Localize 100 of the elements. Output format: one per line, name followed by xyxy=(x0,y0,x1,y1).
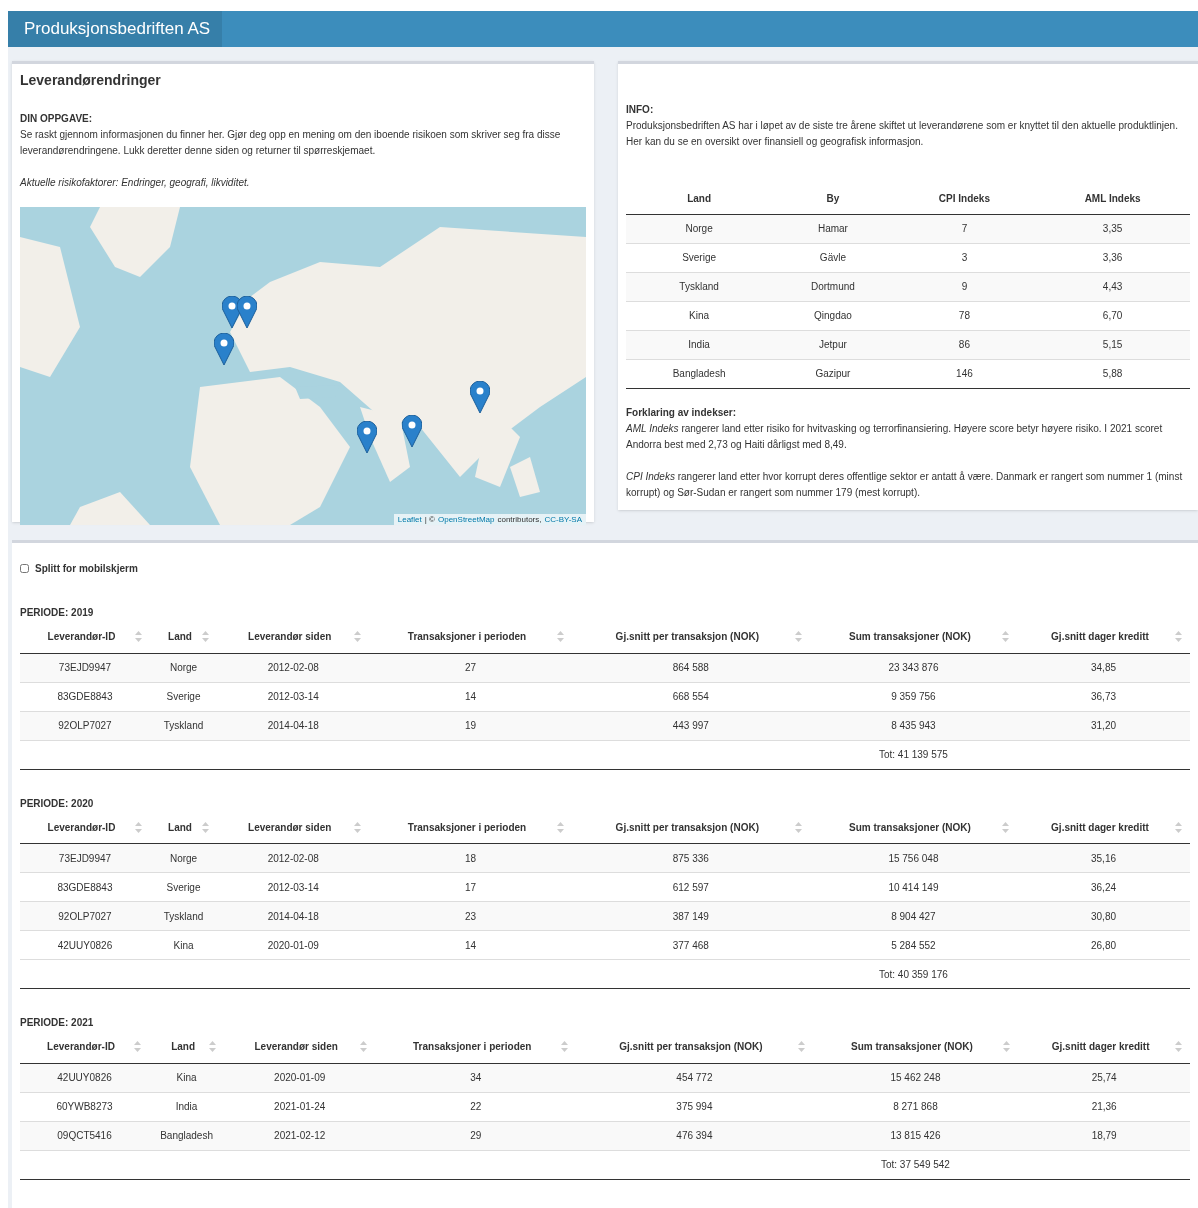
table-cell: Tyskland xyxy=(626,272,773,301)
table-cell: 18 xyxy=(369,843,572,873)
table-cell: Qingdao xyxy=(772,301,894,330)
column-header[interactable]: Land xyxy=(157,1039,210,1055)
table-cell: 146 xyxy=(893,359,1036,388)
sort-icon[interactable] xyxy=(1002,821,1009,833)
table-cell: 17 xyxy=(369,872,572,902)
table-cell: 73EJD9947 xyxy=(20,653,150,682)
table-cell: 2014-04-18 xyxy=(217,711,370,740)
table-cell: 29 xyxy=(375,1121,577,1150)
column-header[interactable]: Leverandør siden xyxy=(232,1039,361,1055)
column-header[interactable]: Sum transaksjoner (NOK) xyxy=(817,819,1002,835)
total-value: Tot: 41 139 575 xyxy=(878,749,948,760)
info-text: Produksjonsbedriften AS har i løpet av de siste tre årene skiftet ut leverandørene som er knyttet til den aktuelle produktlinjen. Her kan du se en oversikt over finansiell og geografisk informasjon. xyxy=(626,119,1179,149)
map-marker-icon[interactable] xyxy=(237,296,257,328)
table-cell: 09QCT5416 xyxy=(20,1121,150,1150)
table-cell: 34 xyxy=(375,1063,577,1092)
table-cell: 387 149 xyxy=(571,901,810,931)
sort-icon[interactable] xyxy=(360,1041,368,1053)
app-title: Produksjonsbedriften AS xyxy=(24,18,211,41)
sort-icon[interactable] xyxy=(1175,631,1182,643)
column-header[interactable]: Gj.snitt per transaksjon (NOK) xyxy=(579,819,795,835)
table-cell: 2014-04-18 xyxy=(217,901,370,931)
table-cell: 14 xyxy=(369,930,572,960)
risk-factors: Aktuelle risikofaktorer: Endringer, geografi, likviditet. xyxy=(20,176,251,190)
map-marker-icon[interactable] xyxy=(470,381,490,413)
table-cell: 5,88 xyxy=(1035,359,1190,388)
sort-icon[interactable] xyxy=(561,1041,569,1053)
column-header[interactable]: Sum transaksjoner (NOK) xyxy=(820,1039,1004,1055)
map-marker-icon[interactable] xyxy=(357,421,377,453)
checkbox-label: Splitt for mobilskjerm xyxy=(35,561,138,576)
column-header[interactable]: Leverandør-ID xyxy=(28,1039,135,1055)
table-cell: 875 336 xyxy=(571,843,810,873)
sort-icon[interactable] xyxy=(1002,631,1009,643)
sort-icon[interactable] xyxy=(794,821,802,833)
column-header[interactable]: Gj.snitt dager kreditt xyxy=(1025,629,1175,645)
period-title: PERIODE: 2019 xyxy=(20,606,95,620)
table-cell: 10 414 149 xyxy=(809,872,1017,902)
table-cell: 36,24 xyxy=(1017,872,1190,902)
sort-icon[interactable] xyxy=(354,631,362,643)
column-header[interactable]: Gj.snitt per transaksjon (NOK) xyxy=(584,1039,798,1055)
link[interactable]: Leaflet xyxy=(397,514,422,525)
map-marker-icon[interactable] xyxy=(214,333,234,365)
column-header[interactable]: Leverandør siden xyxy=(225,629,355,645)
legend-text: AML Indeks rangerer land etter risiko for hvitvasking og terrorfinansiering. Høyere score betyr høyere risiko. I 2021 scoret Andorra best med 2,73 og Haiti dårligst med 8,49. xyxy=(626,421,1164,452)
sort-icon[interactable] xyxy=(134,821,142,833)
column-header[interactable]: Transaksjoner i perioden xyxy=(377,819,557,835)
sort-icon[interactable] xyxy=(202,631,210,643)
sort-icon[interactable] xyxy=(797,1041,805,1053)
link[interactable]: CC-BY-SA xyxy=(544,514,582,525)
sort-icon[interactable] xyxy=(1175,1041,1182,1053)
table-cell: 78 xyxy=(893,301,1036,330)
total-value: Tot: 37 549 542 xyxy=(880,1159,950,1170)
table-cell: 31,20 xyxy=(1017,711,1190,740)
section-heading: Forklaring av indekser: xyxy=(626,405,738,420)
table-cell: Sverige xyxy=(149,682,218,711)
table-cell: Tyskland xyxy=(149,901,218,931)
sort-icon[interactable] xyxy=(1003,1041,1011,1053)
sort-icon[interactable] xyxy=(794,631,802,643)
sort-icon[interactable] xyxy=(556,821,564,833)
sort-icon[interactable] xyxy=(556,631,564,643)
column-header[interactable]: Gj.snitt per transaksjon (NOK) xyxy=(579,629,795,645)
table-cell: India xyxy=(626,330,773,359)
map-marker-icon[interactable] xyxy=(402,415,422,447)
table-cell: 13 815 426 xyxy=(812,1121,1019,1150)
sort-icon[interactable] xyxy=(134,631,142,643)
section-heading: DIN OPPGAVE: xyxy=(20,112,94,126)
sort-icon[interactable] xyxy=(134,1041,142,1053)
sort-icon[interactable] xyxy=(1175,821,1182,833)
table-cell: 15 462 248 xyxy=(812,1063,1019,1092)
table-cell: 5,15 xyxy=(1035,330,1190,359)
sort-icon[interactable] xyxy=(209,1041,217,1053)
column-header[interactable]: Leverandør siden xyxy=(225,819,355,835)
table-cell: 8 271 868 xyxy=(812,1092,1019,1121)
table-cell: Bangladesh xyxy=(149,1121,225,1150)
table-cell: Jetpur xyxy=(772,330,894,359)
column-header[interactable]: Sum transaksjoner (NOK) xyxy=(817,629,1002,645)
column-header[interactable]: Transaksjoner i perioden xyxy=(377,629,557,645)
table-cell: 26,80 xyxy=(1017,930,1190,960)
table-cell: Gävle xyxy=(772,243,894,272)
table-cell: Sverige xyxy=(149,872,218,902)
table-cell: 443 997 xyxy=(571,711,810,740)
sort-icon[interactable] xyxy=(354,821,362,833)
column-header[interactable]: Transaksjoner i perioden xyxy=(383,1039,562,1055)
column-header[interactable]: Gj.snitt dager kreditt xyxy=(1025,819,1175,835)
column-header[interactable]: Land xyxy=(157,629,203,645)
column-header[interactable]: Gj.snitt dager kreditt xyxy=(1026,1039,1175,1055)
sort-icon[interactable] xyxy=(202,821,210,833)
column-header[interactable]: Land xyxy=(157,819,203,835)
table-cell: 60YWB8273 xyxy=(20,1092,150,1121)
table-cell: 2012-02-08 xyxy=(217,843,370,873)
table-cell: 83GDE8843 xyxy=(20,682,150,711)
table-cell: 476 394 xyxy=(576,1121,813,1150)
column-header[interactable]: Leverandør-ID xyxy=(28,819,135,835)
column-header[interactable]: Leverandør-ID xyxy=(28,629,135,645)
table-cell: Norge xyxy=(149,653,218,682)
checkbox[interactable] xyxy=(20,563,29,573)
link[interactable]: OpenStreetMap xyxy=(438,514,495,525)
period-title: PERIODE: 2021 xyxy=(20,1016,95,1030)
table-cell: 83GDE8843 xyxy=(20,872,150,902)
